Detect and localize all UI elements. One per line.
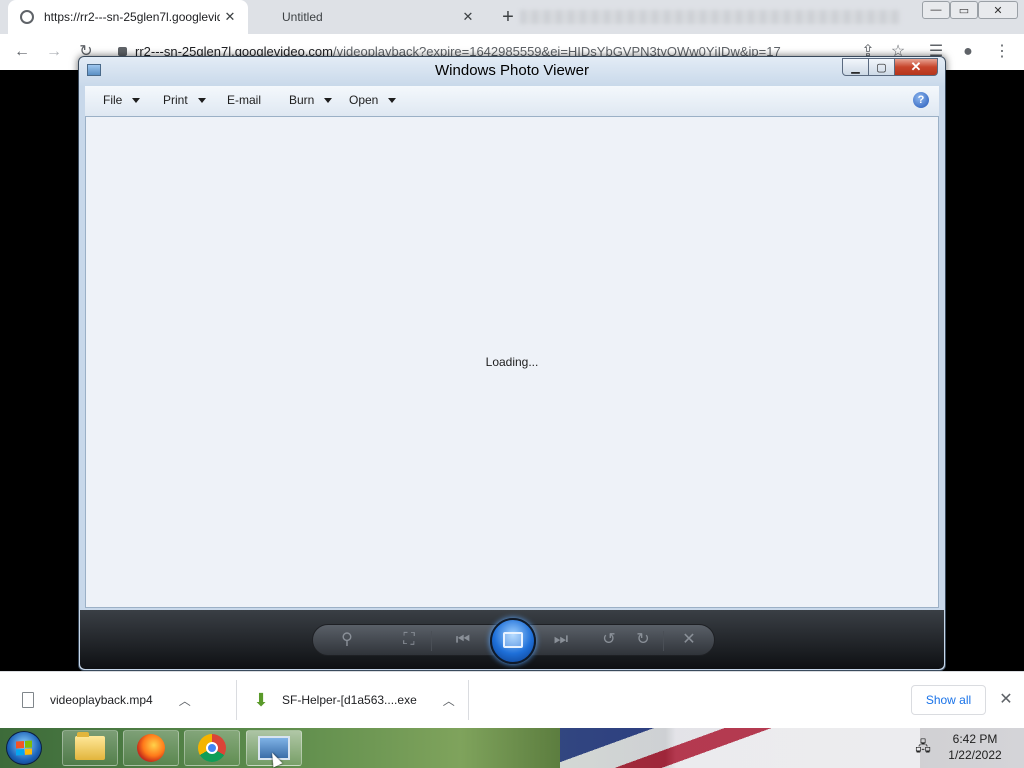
- window-title: Windows Photo Viewer: [435, 62, 589, 79]
- profile-avatar-icon[interactable]: ●: [958, 42, 978, 62]
- restore-window-button[interactable]: ▭: [950, 1, 978, 19]
- menu-file-label: File: [103, 93, 123, 107]
- menu-file[interactable]: File: [103, 93, 141, 107]
- next-icon[interactable]: ⏭: [551, 630, 571, 650]
- wallpaper-strip: [560, 728, 920, 768]
- menu-open[interactable]: Open: [349, 93, 397, 107]
- clock-time: 6:42 PM: [952, 732, 998, 746]
- delete-icon[interactable]: ✕: [679, 630, 699, 650]
- download-arrow-icon: ⬇: [253, 690, 269, 710]
- chevron-up-icon[interactable]: ︿: [443, 692, 455, 709]
- globe-icon: [20, 10, 34, 24]
- close-tab-icon[interactable]: ✕: [460, 9, 476, 25]
- help-icon[interactable]: ?: [913, 92, 929, 108]
- menu-email[interactable]: E-mail: [227, 93, 261, 107]
- minimize-button[interactable]: ▁: [842, 58, 869, 76]
- close-window-button[interactable]: ✕: [978, 1, 1018, 19]
- slideshow-icon: [503, 632, 523, 648]
- close-icon: ✕: [993, 4, 1003, 17]
- tab-untitled[interactable]: Untitled ✕: [252, 0, 486, 34]
- taskbar-explorer[interactable]: [62, 730, 118, 766]
- fit-window-icon[interactable]: ⛶: [399, 630, 419, 650]
- dropdown-arrow-icon: [197, 97, 206, 103]
- tab-googlevideo[interactable]: https://rr2---sn-25glen7l.googlevideo.co…: [8, 0, 248, 34]
- menu-burn-label: Burn: [289, 93, 315, 107]
- folder-icon: [75, 732, 105, 760]
- chrome-icon: [198, 734, 226, 762]
- tab-strip: https://rr2---sn-25glen7l.googlevideo.co…: [0, 0, 1024, 34]
- minimize-window-button[interactable]: —: [922, 1, 950, 19]
- show-all-button[interactable]: Show all: [911, 685, 986, 715]
- restore-icon: ▭: [958, 4, 970, 17]
- menu-email-label: E-mail: [227, 93, 262, 107]
- start-button[interactable]: [6, 731, 42, 765]
- clock-date: 1/22/2022: [948, 748, 1002, 762]
- firefox-icon: [137, 734, 165, 762]
- downloads-shelf: videoplayback.mp4 ︿ ⬇ SF-Helper-[d1a563.…: [0, 671, 1024, 728]
- download-filename: videoplayback.mp4: [50, 693, 153, 707]
- download-item[interactable]: ⬇ SF-Helper-[d1a563....exe ︿: [252, 672, 455, 728]
- menu-print[interactable]: Print: [163, 93, 206, 107]
- close-shelf-icon[interactable]: ✕: [996, 690, 1016, 710]
- tab-title: https://rr2---sn-25glen7l.googlevideo.co…: [44, 10, 220, 24]
- menu-open-label: Open: [349, 93, 379, 107]
- dropdown-arrow-icon: [388, 97, 397, 103]
- tab-title: Untitled: [282, 10, 323, 24]
- slideshow-button[interactable]: [490, 618, 536, 664]
- system-clock[interactable]: 6:42 PM 1/22/2022: [940, 731, 1010, 763]
- playback-controls: ⚲ ⛶ ⏮ ⏭ ↺ ↻ ✕: [80, 610, 944, 669]
- menu-burn[interactable]: Burn: [289, 93, 333, 107]
- previous-icon[interactable]: ⏮: [453, 630, 473, 650]
- taskbar: [0, 728, 1024, 768]
- maximize-button[interactable]: ▢: [868, 58, 895, 76]
- new-tab-icon[interactable]: +: [497, 7, 519, 29]
- loading-status: Loading...: [485, 355, 539, 369]
- blurred-tabs: [520, 10, 900, 24]
- taskbar-firefox[interactable]: [123, 730, 179, 766]
- separator: [431, 631, 432, 651]
- dropdown-arrow-icon: [132, 97, 141, 103]
- close-tab-icon[interactable]: ✕: [222, 9, 238, 25]
- minimize-icon: —: [930, 4, 942, 16]
- download-filename: SF-Helper-[d1a563....exe: [282, 693, 417, 707]
- divider: [236, 680, 237, 720]
- menu-kebab-icon[interactable]: ⋮: [992, 42, 1012, 62]
- close-button[interactable]: ✕: [894, 58, 938, 76]
- magnifier-icon[interactable]: ⚲: [337, 630, 357, 650]
- image-canvas: Loading...: [85, 116, 939, 608]
- download-item[interactable]: videoplayback.mp4 ︿: [22, 672, 191, 728]
- taskbar-chrome[interactable]: [184, 730, 240, 766]
- dropdown-arrow-icon: [324, 97, 333, 103]
- windows-logo-icon: [16, 740, 32, 756]
- divider: [468, 680, 469, 720]
- rotate-clockwise-icon[interactable]: ↻: [633, 630, 653, 650]
- forward-arrow-icon[interactable]: →: [44, 42, 64, 62]
- file-icon: [22, 692, 34, 708]
- separator: [663, 631, 664, 651]
- chevron-up-icon[interactable]: ︿: [179, 692, 191, 709]
- network-icon[interactable]: 🖧: [914, 738, 932, 754]
- back-arrow-icon[interactable]: ←: [12, 42, 32, 62]
- photo-viewer-window: Windows Photo Viewer ▁ ▢ ✕ File Print E-…: [78, 56, 946, 671]
- photo-viewer-titlebar[interactable]: Windows Photo Viewer ▁ ▢ ✕: [79, 57, 945, 85]
- menu-print-label: Print: [163, 93, 188, 107]
- rotate-counterclockwise-icon[interactable]: ↺: [599, 630, 619, 650]
- photo-viewer-menubar: File Print E-mail Burn Open ?: [85, 86, 939, 117]
- lock-icon: [118, 47, 127, 56]
